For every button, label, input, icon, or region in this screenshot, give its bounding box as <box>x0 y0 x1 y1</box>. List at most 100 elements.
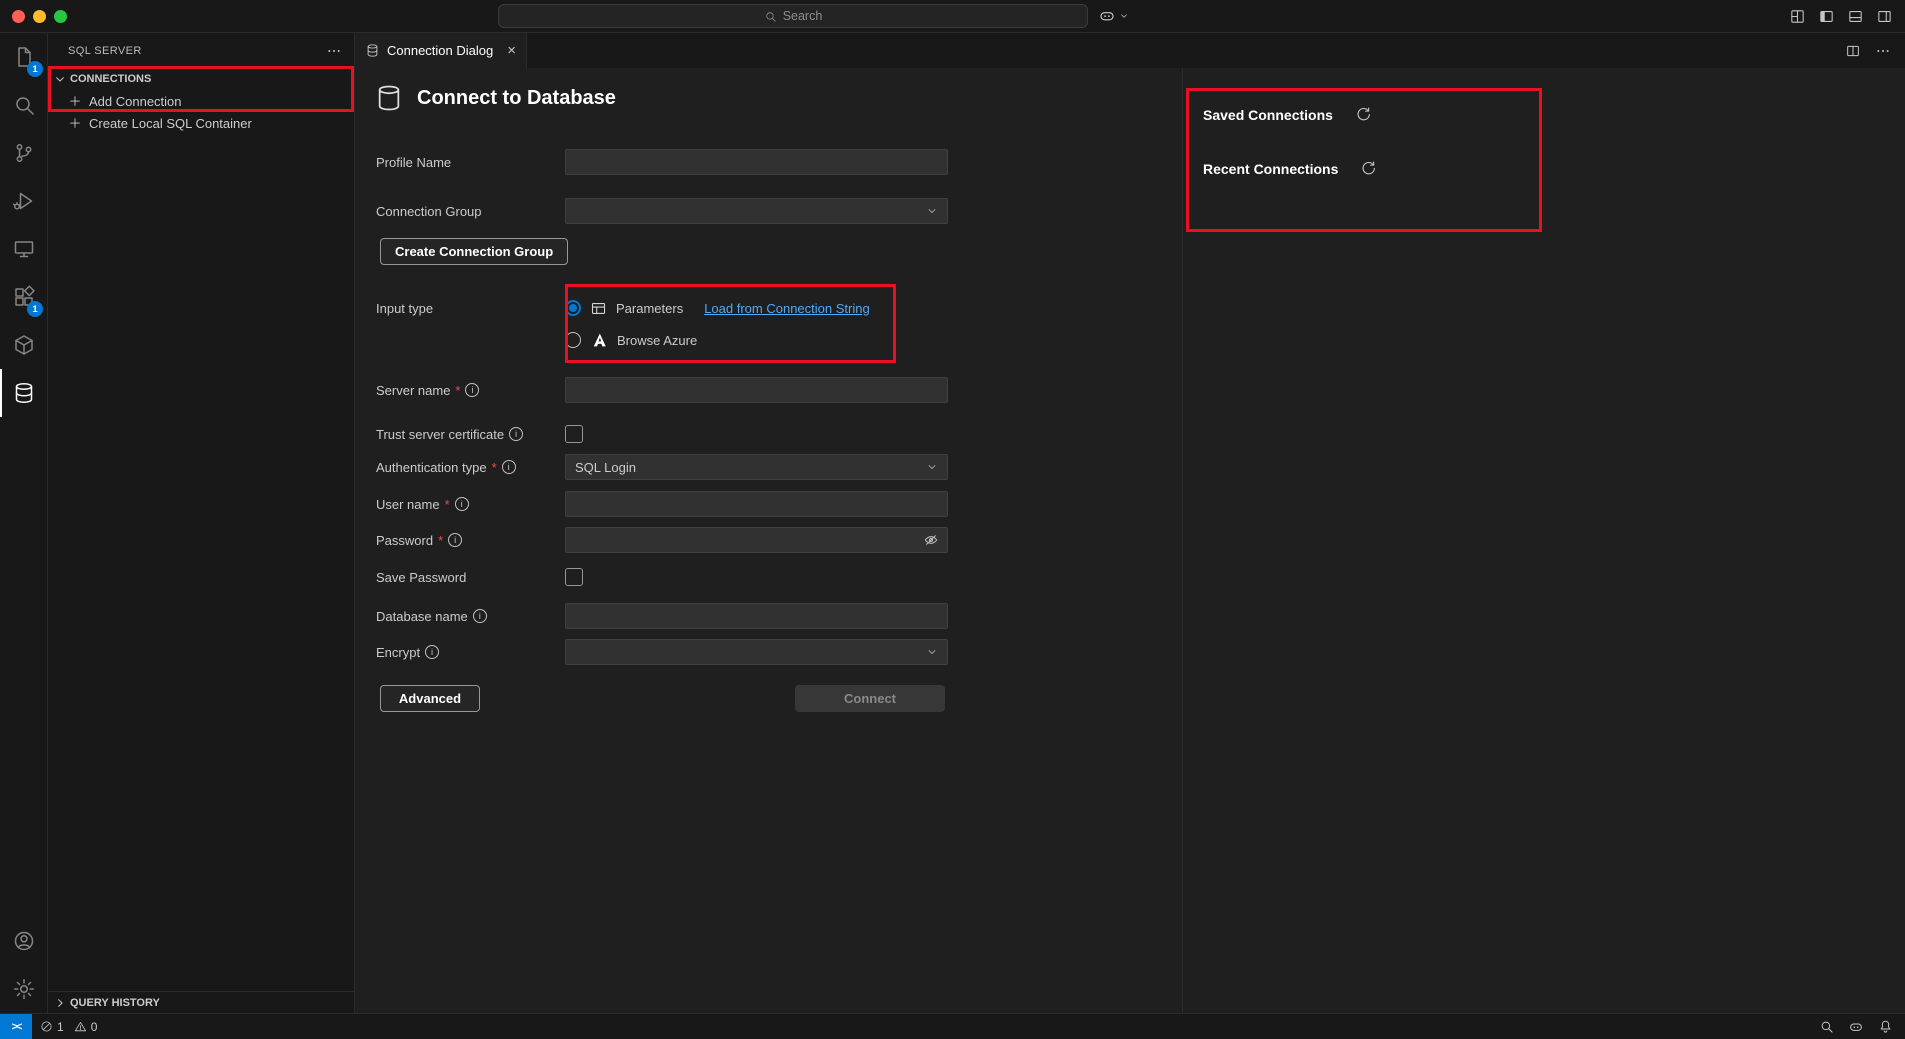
required-marker: * <box>438 533 443 548</box>
server-name-input[interactable] <box>565 377 948 403</box>
close-window-button[interactable] <box>12 10 25 23</box>
save-password-label: Save Password <box>376 570 565 585</box>
parameters-radio[interactable] <box>565 300 581 316</box>
source-control-icon <box>12 141 36 165</box>
sidebar-more-actions-icon[interactable] <box>326 43 342 59</box>
sidebar-sql-server: SQL SERVER CONNECTIONS Add Connection Cr… <box>48 33 355 1013</box>
info-icon[interactable] <box>502 460 516 474</box>
page-title: Connect to Database <box>417 87 616 110</box>
advanced-button[interactable]: Advanced <box>380 685 480 712</box>
authentication-type-value: SQL Login <box>575 460 636 475</box>
copilot-status-icon[interactable] <box>1848 1019 1864 1035</box>
chevron-down-icon <box>926 461 938 473</box>
encrypt-dropdown[interactable] <box>565 639 948 665</box>
required-marker: * <box>492 460 497 475</box>
warning-icon <box>74 1020 87 1033</box>
query-history-section-header[interactable]: QUERY HISTORY <box>48 991 354 1013</box>
browse-azure-radio[interactable] <box>565 332 581 348</box>
remote-indicator[interactable] <box>0 1014 32 1039</box>
sidebar-item-add-connection[interactable]: Add Connection <box>48 90 354 112</box>
database-name-label: Database name <box>376 609 565 624</box>
editor-more-actions-icon[interactable] <box>1875 43 1891 59</box>
maximize-window-button[interactable] <box>54 10 67 23</box>
save-password-checkbox[interactable] <box>565 568 583 586</box>
connect-button[interactable]: Connect <box>795 685 945 712</box>
tab-label: Connection Dialog <box>387 43 493 58</box>
parameters-icon <box>590 300 607 317</box>
vscode-window: Search <box>0 0 1905 1039</box>
profile-name-label: Profile Name <box>376 155 565 170</box>
activity-sql-server[interactable] <box>0 369 47 417</box>
activity-settings[interactable] <box>0 965 47 1013</box>
parameters-radio-row: Parameters Load from Connection String <box>565 300 870 317</box>
toggle-secondary-sidebar-icon[interactable] <box>1876 8 1893 25</box>
toggle-panel-icon[interactable] <box>1847 8 1864 25</box>
gear-icon <box>12 977 36 1001</box>
explorer-badge: 1 <box>27 61 43 77</box>
toggle-password-visibility-icon[interactable] <box>923 532 939 548</box>
tab-connection-dialog[interactable]: Connection Dialog <box>355 33 527 68</box>
chevron-down-icon <box>52 71 68 87</box>
remote-explorer-icon <box>12 237 36 261</box>
minimize-window-button[interactable] <box>33 10 46 23</box>
refresh-saved-connections-icon[interactable] <box>1355 106 1372 123</box>
activity-source-control[interactable] <box>0 129 47 177</box>
activity-search[interactable] <box>0 81 47 129</box>
connections-section-header[interactable]: CONNECTIONS <box>48 68 354 90</box>
profile-name-input[interactable] <box>565 149 948 175</box>
encrypt-label: Encrypt <box>376 645 565 660</box>
account-icon <box>12 929 36 953</box>
zoom-icon[interactable] <box>1819 1019 1834 1034</box>
activity-remote-explorer[interactable] <box>0 225 47 273</box>
notifications-bell-icon[interactable] <box>1878 1019 1893 1034</box>
connection-group-dropdown[interactable] <box>565 198 948 224</box>
problems-indicator[interactable]: 1 0 <box>40 1020 103 1034</box>
toggle-primary-sidebar-icon[interactable] <box>1818 8 1835 25</box>
activity-extensions[interactable]: 1 <box>0 273 47 321</box>
authentication-type-dropdown[interactable]: SQL Login <box>565 454 948 480</box>
info-icon[interactable] <box>465 383 479 397</box>
customize-layout-icon[interactable] <box>1789 8 1806 25</box>
refresh-recent-connections-icon[interactable] <box>1360 160 1377 177</box>
chevron-right-icon <box>52 995 68 1011</box>
connections-section-label: CONNECTIONS <box>70 73 151 85</box>
database-name-input[interactable] <box>565 603 948 629</box>
activity-containers[interactable] <box>0 321 47 369</box>
info-icon[interactable] <box>448 533 462 547</box>
split-editor-icon[interactable] <box>1845 43 1861 59</box>
row-database-name: Database name <box>376 603 948 629</box>
row-server-name: Server name * <box>376 377 948 403</box>
activity-run-debug[interactable] <box>0 177 47 225</box>
editor-actions <box>1845 33 1905 68</box>
search-input[interactable]: Search <box>498 4 1088 28</box>
user-name-label: User name * <box>376 497 565 512</box>
add-connection-label: Add Connection <box>89 94 182 109</box>
info-icon[interactable] <box>455 497 469 511</box>
info-icon[interactable] <box>425 645 439 659</box>
tab-bar: Connection Dialog <box>355 33 1905 68</box>
create-local-sql-container-label: Create Local SQL Container <box>89 116 252 131</box>
row-user-name: User name * <box>376 491 948 517</box>
browse-azure-label: Browse Azure <box>617 333 697 348</box>
password-input[interactable] <box>565 527 948 553</box>
load-from-connection-string-link[interactable]: Load from Connection String <box>704 301 869 316</box>
authentication-type-label: Authentication type * <box>376 460 565 475</box>
copilot-menu-button[interactable] <box>1098 4 1129 28</box>
row-browse-azure: Browse Azure <box>376 327 697 353</box>
activity-accounts[interactable] <box>0 917 47 965</box>
close-tab-icon[interactable] <box>507 43 516 58</box>
sidebar-item-create-local-sql-container[interactable]: Create Local SQL Container <box>48 112 354 134</box>
info-icon[interactable] <box>473 609 487 623</box>
trust-server-certificate-checkbox[interactable] <box>565 425 583 443</box>
activity-explorer[interactable]: 1 <box>0 33 47 81</box>
row-authentication-type: Authentication type * SQL Login <box>376 454 948 480</box>
activity-bar-spacer <box>0 417 47 917</box>
activity-bar: 1 1 <box>0 33 48 1013</box>
info-icon[interactable] <box>509 427 523 441</box>
user-name-input[interactable] <box>565 491 948 517</box>
plus-icon <box>68 94 82 108</box>
row-connection-group: Connection Group <box>376 198 948 224</box>
create-connection-group-button[interactable]: Create Connection Group <box>380 238 568 265</box>
extensions-badge: 1 <box>27 301 43 317</box>
search-placeholder: Search <box>783 9 823 23</box>
